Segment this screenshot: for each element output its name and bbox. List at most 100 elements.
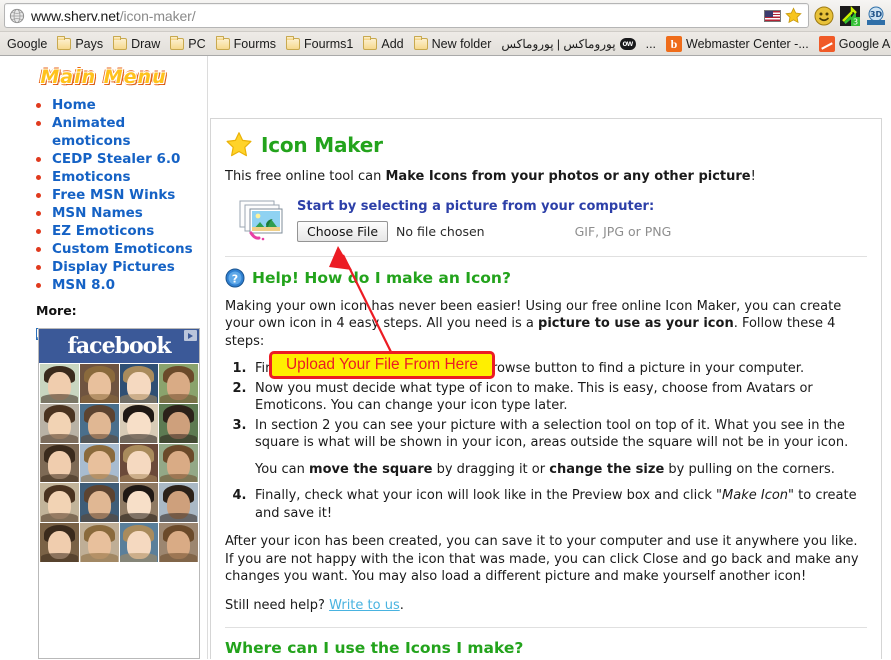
help-heading-row: ? Help! How do I make an Icon?: [225, 268, 867, 288]
svg-text:3: 3: [853, 17, 858, 26]
ad-face-photo: [119, 483, 159, 522]
sidebar-item-label[interactable]: Emoticons: [52, 169, 131, 185]
browser-chrome: www.sherv.net/icon-maker/ 3 3D Google Pa…: [0, 0, 891, 56]
write-to-us-link[interactable]: Write to us: [329, 598, 400, 613]
sidebar-item-ez-emoticons[interactable]: EZ Emoticons: [36, 222, 207, 240]
page-title: Icon Maker: [261, 132, 383, 157]
step-text: Now you must decide what type of icon to…: [255, 380, 813, 414]
bookmark-webmaster-center[interactable]: b Webmaster Center -...: [661, 34, 814, 54]
bookmark-draw[interactable]: Draw: [108, 34, 165, 54]
us-flag-icon[interactable]: [764, 9, 781, 22]
intro-prefix: This free online tool can: [225, 169, 386, 184]
adchoices-icon[interactable]: [184, 330, 197, 341]
ad-face-photo: [40, 443, 79, 483]
sidebar-item-label[interactable]: Home: [52, 97, 96, 113]
bookmark-overflow[interactable]: ...: [641, 34, 661, 54]
help-intro-bold: picture to use as your icon: [538, 316, 734, 331]
bookmark-google[interactable]: Google: [2, 34, 52, 54]
svg-text:3D: 3D: [870, 10, 883, 19]
sidebar: Main Menu Home Animated emoticons CEDP S…: [0, 56, 208, 659]
sidebar-item-label[interactable]: Animated emoticons: [52, 115, 131, 149]
bookmark-label: Fourms1: [304, 36, 354, 51]
sidebar-item-label[interactable]: Free MSN Winks: [52, 187, 175, 203]
file-format-hint: GIF, JPG or PNG: [574, 223, 672, 239]
bookmark-pc[interactable]: PC: [165, 34, 210, 54]
bookmark-google-analytics[interactable]: Google Ana: [814, 34, 891, 54]
step-text: In section 2 you can see your picture wi…: [255, 417, 849, 451]
step-text-part1: Finally, check what your icon will look …: [255, 488, 723, 503]
sidebar-item-emoticons[interactable]: Emoticons: [36, 168, 207, 186]
sidebar-item-free-msn-winks[interactable]: Free MSN Winks: [36, 186, 207, 204]
sidebar-item-label[interactable]: Custom Emoticons: [52, 241, 193, 257]
address-bar[interactable]: www.sherv.net/icon-maker/: [4, 3, 809, 28]
bookmark-star-icon[interactable]: [785, 7, 802, 24]
divider: [225, 255, 867, 257]
sidebar-item-msn-names[interactable]: MSN Names: [36, 204, 207, 222]
page-title-row: Icon Maker: [225, 131, 867, 158]
ad-face-photo: [79, 523, 119, 562]
ad-face-photo: [40, 364, 79, 403]
bookmark-pouromax[interactable]: ow پوروماکس | پوروماکس: [496, 34, 640, 54]
where-section-heading: Where can I use the Icons I make?: [225, 639, 524, 657]
bookmark-label: New folder: [431, 36, 492, 51]
bookmark-label: ...: [645, 36, 657, 51]
bookmark-label: PC: [188, 36, 206, 51]
step-text-italic: Make Icon: [722, 488, 789, 503]
ad-face-photo: [79, 443, 119, 483]
step-item-4: Finally, check what your icon will look …: [251, 487, 867, 522]
sidebar-item-label[interactable]: MSN 8.0: [52, 277, 115, 293]
intro-bold: Make Icons from your photos or any other…: [385, 169, 751, 184]
step-item-3: In section 2 you can see your picture wi…: [251, 417, 867, 479]
folder-icon: [413, 35, 428, 50]
intro-text: This free online tool can Make Icons fro…: [225, 168, 867, 186]
ad-face-photo: [159, 403, 198, 443]
ad-face-photo: [159, 523, 198, 562]
question-mark-icon: ?: [225, 268, 245, 287]
folder-icon: [286, 35, 301, 50]
sidebar-item-label[interactable]: MSN Names: [52, 205, 143, 221]
star-icon: [226, 132, 252, 157]
sidebar-item-msn-80[interactable]: MSN 8.0: [36, 276, 207, 294]
bookmark-fourms1[interactable]: Fourms1: [281, 34, 358, 54]
choose-file-button[interactable]: Choose File: [297, 220, 389, 242]
ad-face-photo: [40, 403, 79, 443]
smiley-extension-icon[interactable]: [813, 5, 835, 27]
sidebar-item-label[interactable]: CEDP Stealer 6.0: [52, 151, 180, 167]
bing-icon: b: [666, 35, 683, 52]
ad-face-photo: [79, 483, 119, 522]
sidebar-item-cedp-stealer[interactable]: CEDP Stealer 6.0: [36, 150, 207, 168]
ad-face-photo: [159, 483, 198, 522]
sidebar-item-animated-emoticons[interactable]: Animated emoticons: [36, 114, 207, 150]
bookmark-new-folder[interactable]: New folder: [409, 34, 497, 54]
bookmarks-bar[interactable]: Google Pays Draw PC Fourms Fourms1 Add N…: [0, 31, 891, 55]
sidebar-menu-list: Home Animated emoticons CEDP Stealer 6.0…: [0, 96, 207, 294]
ad-face-photo: [159, 443, 198, 483]
bookmark-label: Add: [381, 36, 404, 51]
bookmark-fourms[interactable]: Fourms: [211, 34, 281, 54]
step-item-2: Now you must decide what type of icon to…: [251, 380, 867, 415]
sidebar-item-label[interactable]: EZ Emoticons: [52, 223, 154, 239]
photos-icon: [239, 200, 283, 240]
sidebar-item-home[interactable]: Home: [36, 96, 207, 114]
green-arrow-extension-icon[interactable]: 3: [839, 5, 861, 27]
file-input-row[interactable]: Choose File No file chosen GIF, JPG or P…: [297, 220, 672, 242]
ad-face-photo: [159, 364, 198, 403]
upload-block: Start by selecting a picture from your c…: [225, 197, 867, 243]
bookmark-add[interactable]: Add: [358, 34, 408, 54]
upload-right: Start by selecting a picture from your c…: [297, 197, 671, 242]
bookmark-label: Google: [7, 36, 48, 51]
facebook-ad[interactable]: facebook: [38, 328, 200, 659]
url-text: www.sherv.net/icon-maker/: [31, 8, 196, 24]
folder-icon: [170, 35, 185, 50]
sidebar-item-label[interactable]: Display Pictures: [52, 259, 175, 275]
ad-face-photo: [119, 523, 159, 562]
bookmark-pays[interactable]: Pays: [52, 34, 108, 54]
upload-label: Start by selecting a picture from your c…: [297, 198, 655, 214]
steps-list: First, load a picture by clicking the Br…: [225, 360, 867, 522]
main-content: Icon Maker This free online tool can Mak…: [210, 118, 882, 659]
main-menu-logo: Main Menu: [40, 66, 167, 88]
sidebar-item-custom-emoticons[interactable]: Custom Emoticons: [36, 240, 207, 258]
sidebar-item-display-pictures[interactable]: Display Pictures: [36, 258, 207, 276]
ie-tab-extension-icon[interactable]: 3D: [865, 5, 887, 27]
ad-face-photo: [40, 523, 79, 562]
